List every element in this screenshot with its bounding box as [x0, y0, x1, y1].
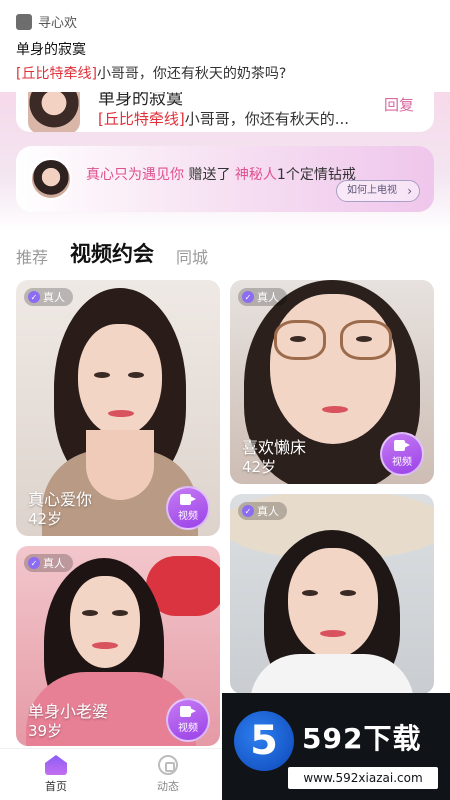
profile-name: 喜欢懒床 [242, 438, 307, 457]
verified-icon: ✓ [242, 291, 254, 303]
tab-nearby[interactable]: 同城 [176, 244, 208, 268]
video-camera-icon [180, 494, 196, 505]
watermark-url: www.592xiazai.com [288, 767, 438, 789]
notification-header: 寻心欢 [16, 12, 434, 31]
verified-badge: ✓ 真人 [24, 554, 73, 572]
watermark-title: 592下载 [302, 722, 422, 755]
profile-age: 39岁 [28, 722, 63, 740]
tab-video-dating[interactable]: 视频约会 [70, 238, 154, 268]
profile-age: 42岁 [28, 510, 63, 528]
notification-banner[interactable]: 寻心欢 单身的寂寞 [丘比特牵线]小哥哥，你还有秋天的奶茶吗? [0, 0, 450, 92]
profile-card[interactable]: ✓ 真人 [230, 494, 434, 694]
verified-icon: ✓ [28, 557, 40, 569]
nav-moments[interactable]: 动态 [138, 755, 198, 794]
profile-card[interactable]: ✓ 真人 单身小老婆 39岁 视频 [16, 546, 220, 746]
message-title: 单身的寂寞 [98, 92, 183, 109]
notification-tag: [丘比特牵线] [16, 66, 97, 82]
message-text: 小哥哥，你还有秋天的... [184, 110, 350, 128]
avatar [30, 158, 72, 200]
avatar [28, 92, 80, 132]
video-call-label: 视频 [178, 723, 198, 734]
verified-label: 真人 [257, 505, 279, 518]
message-preview: [丘比特牵线]小哥哥，你还有秋天的... [98, 108, 349, 129]
profile-card[interactable]: ✓ 真人 真心爱你 42岁 视频 [16, 280, 220, 536]
message-tag: [丘比特牵线] [98, 110, 185, 128]
reply-button[interactable]: 回复 [384, 94, 414, 115]
profile-name: 单身小老婆 [28, 702, 109, 721]
profile-age: 42岁 [242, 458, 277, 476]
verified-label: 真人 [43, 291, 65, 304]
video-call-label: 视频 [178, 511, 198, 522]
verified-icon: ✓ [242, 505, 254, 517]
nav-moments-label: 动态 [157, 780, 179, 793]
how-to-tv-button[interactable]: 如何上电视 › [336, 180, 420, 202]
verified-label: 真人 [43, 557, 65, 570]
profile-photo [230, 494, 434, 694]
chevron-right-icon: › [407, 184, 412, 198]
gift-sender: 真心只为遇见你 [86, 167, 184, 183]
notification-text: 小哥哥，你还有秋天的奶茶吗? [96, 66, 287, 82]
verified-icon: ✓ [28, 291, 40, 303]
gift-announcement: 真心只为遇见你 赠送了 神秘人1个定情钻戒 [86, 164, 356, 184]
tab-recommend[interactable]: 推荐 [16, 244, 48, 268]
video-camera-icon [180, 706, 196, 717]
nav-home-label: 首页 [45, 780, 67, 793]
profile-card[interactable]: ✓ 真人 喜欢懒床 42岁 视频 [230, 280, 434, 484]
gift-receiver: 神秘人 [234, 167, 277, 183]
verified-label: 真人 [257, 291, 279, 304]
gift-banner[interactable]: 真心只为遇见你 赠送了 神秘人1个定情钻戒 如何上电视 › [16, 146, 434, 212]
verified-badge: ✓ 真人 [238, 288, 287, 306]
notification-message: [丘比特牵线]小哥哥，你还有秋天的奶茶吗? [16, 63, 434, 83]
video-camera-icon [394, 440, 410, 451]
verified-badge: ✓ 真人 [24, 288, 73, 306]
gift-verb: 赠送了 [188, 167, 231, 183]
notification-app-name: 寻心欢 [38, 16, 78, 31]
tab-bar: 推荐 视频约会 同城 [16, 234, 208, 268]
verified-badge: ✓ 真人 [238, 502, 287, 520]
watermark: 5 592下载 www.592xiazai.com [222, 693, 450, 800]
app-icon [16, 13, 32, 30]
video-call-label: 视频 [392, 457, 412, 468]
nav-home[interactable]: 首页 [26, 755, 86, 794]
how-to-tv-label: 如何上电视 [347, 185, 397, 196]
video-call-button[interactable]: 视频 [166, 698, 210, 742]
video-call-button[interactable]: 视频 [166, 486, 210, 530]
message-card[interactable]: 单身的寂寞 [丘比特牵线]小哥哥，你还有秋天的... 回复 [16, 92, 434, 132]
home-icon [45, 755, 67, 775]
watermark-logo: 5 [234, 711, 294, 771]
profile-name: 真心爱你 [28, 490, 93, 509]
video-call-button[interactable]: 视频 [380, 432, 424, 476]
moments-icon [158, 755, 178, 775]
notification-title: 单身的寂寞 [16, 42, 86, 58]
